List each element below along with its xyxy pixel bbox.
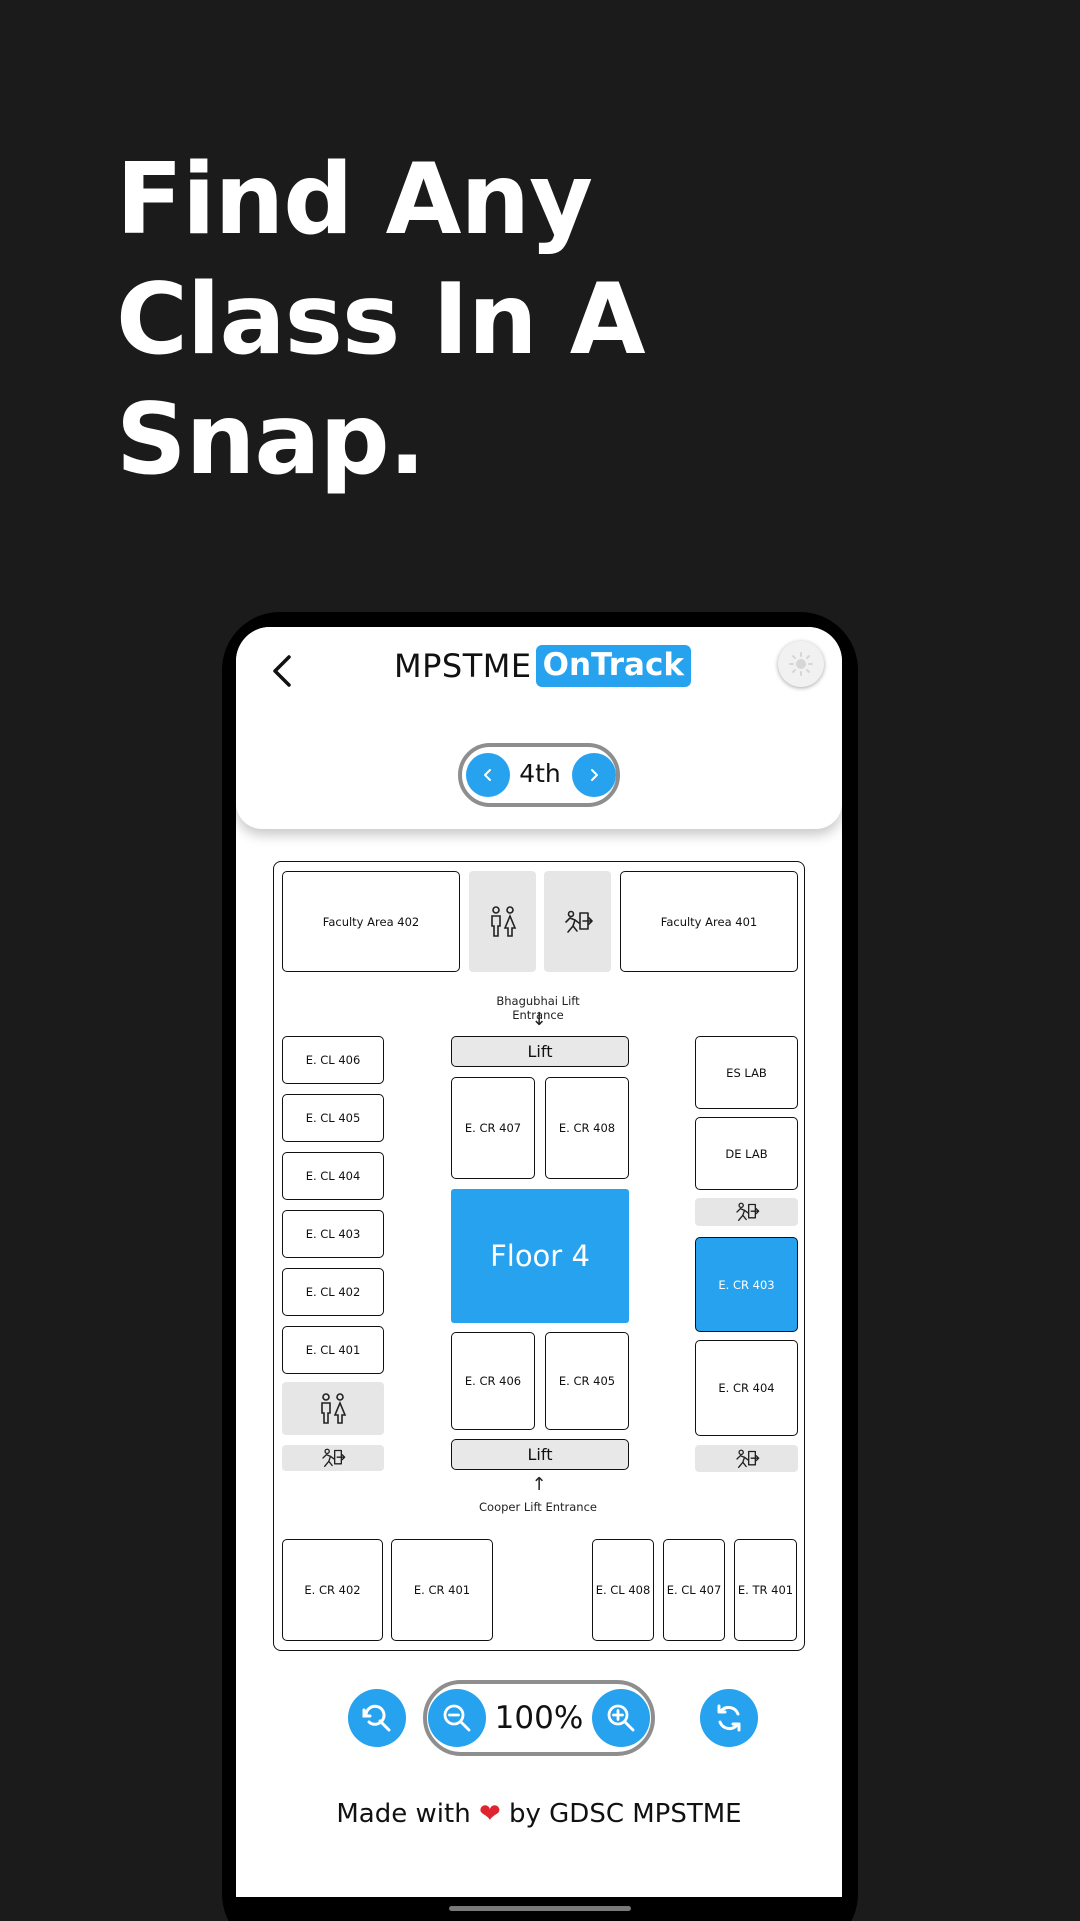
- theme-toggle-button[interactable]: [778, 641, 824, 687]
- emergency-exit-right-bottom: [695, 1445, 798, 1472]
- restroom-icon: [321, 1392, 347, 1424]
- zoom-control: 100%: [423, 1680, 655, 1756]
- heart-icon: ❤: [478, 1799, 501, 1829]
- room-e-cr-403-selected[interactable]: E. CR 403: [695, 1237, 798, 1332]
- emergency-exit-icon: [564, 910, 593, 933]
- headline: Find Any Class In A Snap.: [116, 140, 816, 500]
- app-screen: MPSTME OnTrack 4th Faculty Area 402 Facu…: [236, 627, 842, 1897]
- next-floor-button[interactable]: [572, 753, 616, 797]
- zoom-out-button[interactable]: [428, 1689, 486, 1747]
- restroom-left: [282, 1382, 384, 1435]
- room-e-cl-407[interactable]: E. CL 407: [663, 1539, 725, 1641]
- room-es-lab[interactable]: ES LAB: [695, 1036, 798, 1109]
- zoom-level: 100%: [494, 1700, 584, 1736]
- rotate-map-button[interactable]: [700, 1689, 758, 1747]
- room-e-cl-401[interactable]: E. CL 401: [282, 1326, 384, 1374]
- footer-credit: Made with ❤ by GDSC MPSTME: [236, 1799, 842, 1829]
- previous-floor-button[interactable]: [466, 753, 510, 797]
- room-e-cr-404[interactable]: E. CR 404: [695, 1340, 798, 1436]
- zoom-out-icon: [443, 1704, 471, 1732]
- emergency-exit-icon: [735, 1202, 759, 1221]
- footer-prefix: Made with: [336, 1799, 471, 1829]
- search-reset-icon: [362, 1704, 391, 1732]
- room-faculty-area-402[interactable]: Faculty Area 402: [282, 871, 460, 972]
- room-e-cr-401[interactable]: E. CR 401: [391, 1539, 493, 1641]
- room-e-cr-408[interactable]: E. CR 408: [545, 1077, 629, 1179]
- chevron-left-icon: [484, 769, 491, 781]
- room-e-cl-402[interactable]: E. CL 402: [282, 1268, 384, 1316]
- cooper-lift-entrance-label: Cooper Lift Entrance: [479, 1500, 597, 1514]
- room-e-cl-405[interactable]: E. CL 405: [282, 1094, 384, 1142]
- current-floor-label: 4th: [519, 759, 561, 788]
- emergency-exit-right-top: [695, 1198, 798, 1226]
- sync-icon: [717, 1704, 741, 1732]
- logo-text: MPSTME: [394, 647, 532, 685]
- arrow-up-icon: ↑: [531, 1474, 547, 1495]
- headline-line-2: Class In A: [116, 263, 646, 377]
- floor-selector: 4th: [458, 743, 620, 807]
- reset-zoom-button[interactable]: [348, 1689, 406, 1747]
- room-e-cl-403[interactable]: E. CL 403: [282, 1210, 384, 1258]
- room-e-cr-406[interactable]: E. CR 406: [451, 1332, 535, 1430]
- headline-line-3: Snap.: [116, 383, 426, 497]
- logo-highlight: OnTrack: [535, 645, 691, 687]
- floor-indicator: Floor 4: [451, 1189, 629, 1323]
- home-indicator[interactable]: [449, 1906, 631, 1911]
- zoom-in-button[interactable]: [592, 1689, 650, 1747]
- lift-top[interactable]: Lift: [451, 1036, 629, 1067]
- chevron-left-icon: [273, 655, 291, 687]
- room-faculty-area-401[interactable]: Faculty Area 401: [620, 871, 798, 972]
- room-e-cl-408[interactable]: E. CL 408: [592, 1539, 654, 1641]
- emergency-exit-top: [544, 871, 611, 972]
- room-de-lab[interactable]: DE LAB: [695, 1117, 798, 1190]
- room-e-cr-405[interactable]: E. CR 405: [545, 1332, 629, 1430]
- room-e-tr-401[interactable]: E. TR 401: [734, 1539, 797, 1641]
- room-e-cl-406[interactable]: E. CL 406: [282, 1036, 384, 1084]
- room-e-cr-407[interactable]: E. CR 407: [451, 1077, 535, 1179]
- room-e-cl-404[interactable]: E. CL 404: [282, 1152, 384, 1200]
- footer-suffix: by GDSC MPSTME: [509, 1799, 742, 1829]
- sun-icon: [789, 652, 813, 676]
- headline-line-1: Find Any: [116, 143, 593, 257]
- app-logo: MPSTME OnTrack: [394, 643, 691, 689]
- back-button[interactable]: [264, 649, 300, 693]
- floor-map[interactable]: Faculty Area 402 Faculty Area 401 Bhagub…: [273, 861, 805, 1651]
- emergency-exit-icon: [322, 1448, 346, 1467]
- restroom-icon: [490, 905, 516, 937]
- emergency-exit-icon: [735, 1449, 759, 1468]
- arrow-down-icon: ↓: [531, 1009, 547, 1030]
- room-e-cr-402[interactable]: E. CR 402: [282, 1539, 383, 1641]
- chevron-right-icon: [591, 769, 598, 781]
- app-header: MPSTME OnTrack 4th: [236, 627, 842, 829]
- zoom-in-icon: [607, 1704, 635, 1732]
- lift-bottom[interactable]: Lift: [451, 1439, 629, 1470]
- restroom-top: [469, 871, 536, 972]
- emergency-exit-left: [282, 1445, 384, 1471]
